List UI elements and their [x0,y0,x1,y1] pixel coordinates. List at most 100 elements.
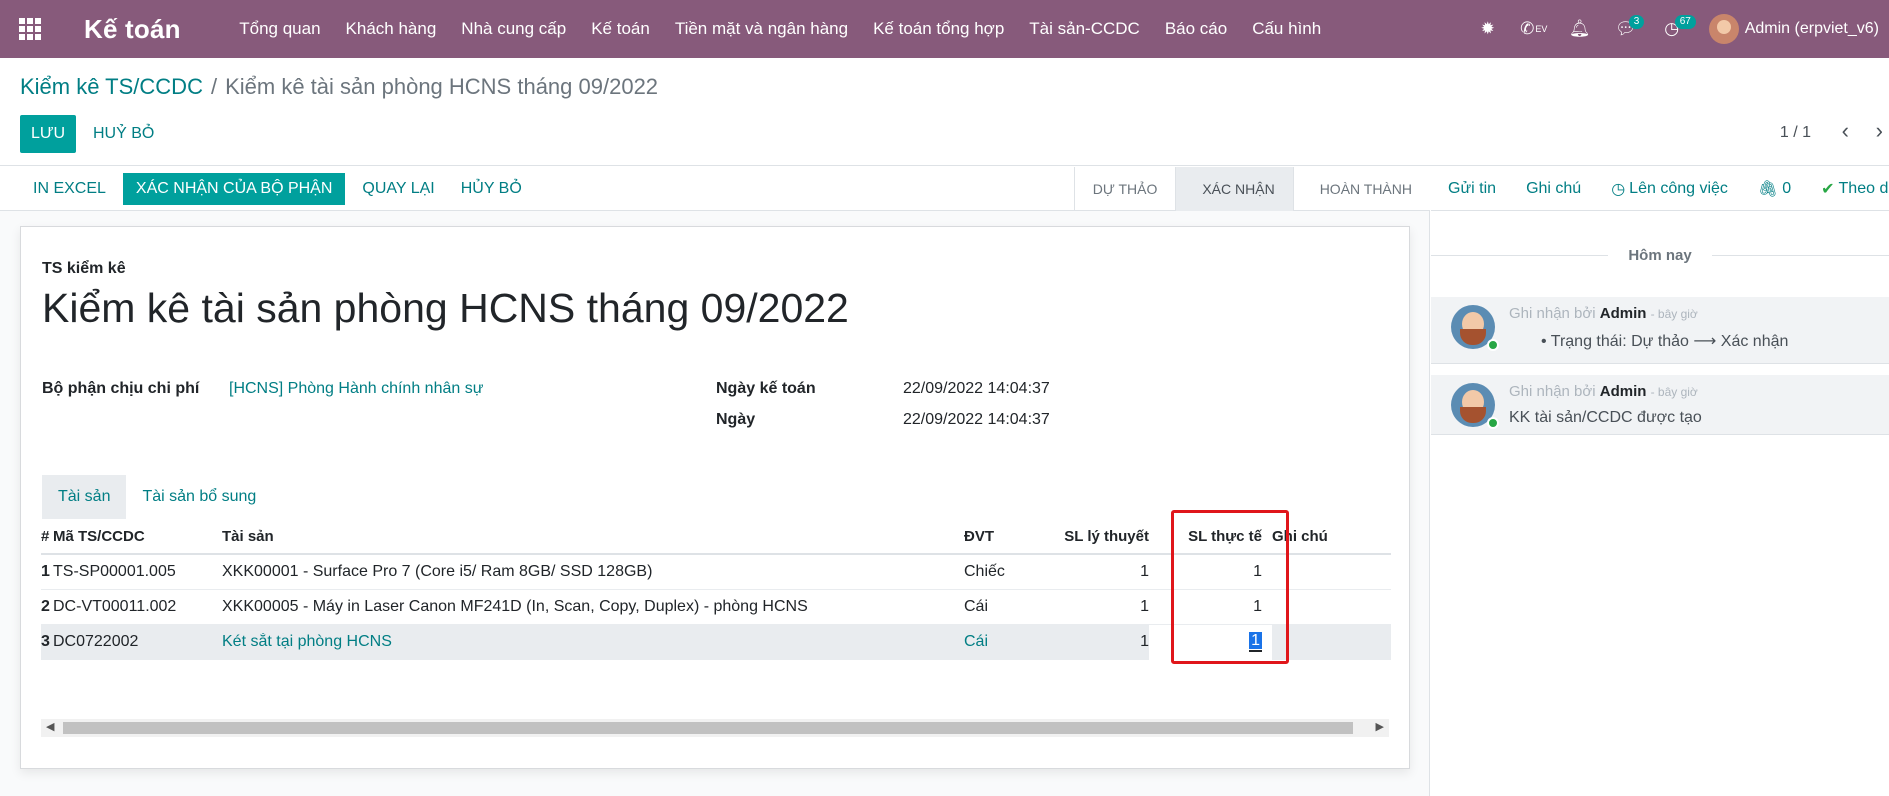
activities-icon[interactable]: ◷ 67 [1649,0,1696,58]
voip-label: EV [1535,24,1548,34]
col-header-theory-qty[interactable]: SL lý thuyết [1034,528,1149,545]
go-back-button[interactable]: QUAY LẠI [349,173,447,205]
control-panel: Kiểm kê TS/CCDC / Kiểm kê tài sản phòng HC… [0,58,1889,166]
follow-label: Theo dõi [1838,179,1889,197]
row-uom: Cái [964,598,989,615]
form-statusbar: IN EXCEL XÁC NHẬN CỦA BỘ PHẬN QUAY LẠI H… [0,167,1430,211]
app-brand[interactable]: Kế toán [84,14,181,45]
bell-icon[interactable]: 🔔︎ [1557,0,1603,58]
col-header-num: # [41,527,50,545]
col-header-note[interactable]: Ghi chú [1272,528,1391,545]
schedule-activity-button[interactable]: ◷ Lên công việc [1596,179,1743,199]
messages-icon[interactable]: 💬︎ 3 [1603,0,1649,58]
message-header: Ghi nhận bởi Admin - bây giờ [1509,305,1698,322]
stage-draft[interactable]: DỰ THẢO [1073,167,1176,211]
user-menu[interactable]: Admin (erpviet_v6) [1708,14,1889,44]
stage-confirmed[interactable]: XÁC NHẬN [1175,167,1293,211]
record-title[interactable]: Kiểm kê tài sản phòng HCNS tháng 09/2022 [42,285,849,332]
col-header-code[interactable]: Mã TS/CCDC [53,528,222,545]
pager-previous-icon[interactable]: ‹ [1842,120,1849,142]
menu-item-assets[interactable]: Tài sản-CCDC [1017,19,1153,39]
chatter-message: Ghi nhận bởi Admin - bây giờ • Trạng thá… [1431,297,1889,364]
scroll-right-icon[interactable]: ▶ [1376,720,1384,733]
menu-item-accounting[interactable]: Kế toán [579,19,663,39]
row-number: 2 [41,598,50,615]
user-name: Admin (erpviet_v6) [1744,20,1879,37]
message-author[interactable]: Admin [1600,305,1647,322]
department-field[interactable]: [HCNS] Phòng Hành chính nhân sự [229,380,483,398]
message-time: - bây giờ [1650,307,1698,321]
message-body: • Trạng thái: Dự thảo ⟶ Xác nhận [1541,333,1789,350]
stage-done[interactable]: HOÀN THÀNH [1292,167,1430,211]
systray: ✹ ✆ EV 🔔︎ 💬︎ 3 ◷ 67 Admin (erpviet_v6) [1465,0,1889,58]
send-message-button[interactable]: Gửi tin [1431,180,1511,198]
row-asset-link[interactable]: Két sắt tại phòng HCNS [222,633,964,651]
follow-button[interactable]: ✔Theo dõi [1806,179,1889,199]
scrollbar-thumb[interactable] [63,722,1353,734]
menu-item-cash-bank[interactable]: Tiền mặt và ngân hàng [662,19,860,39]
breadcrumb-parent[interactable]: Kiểm kê TS/CCDC [20,74,203,99]
accounting-date-label: Ngày kế toán [716,380,816,397]
main-menu: Tổng quan Khách hàng Nhà cung cấp Kế toá… [227,19,1334,39]
save-button[interactable]: LƯU [20,115,76,153]
date-label: Ngày [716,411,756,428]
check-icon: ✔ [1821,180,1835,198]
voip-phone-icon[interactable]: ✆ EV [1511,0,1557,58]
row-asset: XKK00001 - Surface Pro 7 (Core i5/ Ram 8… [222,563,653,580]
row-theory-qty: 1 [1140,598,1149,615]
horizontal-scrollbar[interactable]: ◀ ▶ [41,719,1389,737]
row-uom-link[interactable]: Cái [964,633,1034,651]
message-header: Ghi nhận bởi Admin - bây giờ [1509,383,1698,400]
menu-item-customers[interactable]: Khách hàng [333,19,449,39]
tab-additional-assets[interactable]: Tài sản bổ sung [126,475,272,519]
message-prefix: Ghi nhận bởi [1509,383,1596,400]
menu-item-reports[interactable]: Báo cáo [1152,19,1239,39]
accounting-date-field[interactable]: 22/09/2022 14:04:37 [903,380,1050,398]
department-confirm-button[interactable]: XÁC NHẬN CỦA BỘ PHẬN [122,172,346,205]
tab-assets[interactable]: Tài sản [42,475,127,519]
apps-menu-icon[interactable] [0,0,60,58]
attachments-count: 0 [1782,179,1792,197]
menu-item-vendors[interactable]: Nhà cung cấp [449,19,579,39]
attachments-button[interactable]: 🖇︎ 0 [1743,179,1806,199]
menu-item-configuration[interactable]: Cấu hình [1240,19,1334,39]
online-status-icon [1487,339,1499,351]
message-time: - bây giờ [1650,385,1698,399]
breadcrumb-separator: / [210,74,218,99]
notebook-tabs: Tài sản Tài sản bổ sung [42,475,272,519]
paperclip-icon: 🖇︎ [1757,180,1779,198]
activities-badge: 67 [1674,15,1696,29]
message-prefix: Ghi nhận bởi [1509,305,1596,322]
highlight-box [1171,510,1289,664]
discard-button[interactable]: HUỶ BỎ [93,115,154,153]
menu-item-general-accounting[interactable]: Kế toán tổng hợp [861,19,1017,39]
scroll-left-icon[interactable]: ◀ [46,720,54,733]
record-type-label: TS kiểm kê [42,260,126,277]
breadcrumb: Kiểm kê TS/CCDC / Kiểm kê tài sản phòng HC… [20,74,658,100]
tracking-value: Trạng thái: Dự thảo ⟶ Xác nhận [1550,333,1789,350]
status-stages: DỰ THẢO XÁC NHẬN HOÀN THÀNH [1073,167,1430,211]
bug-icon[interactable]: ✹ [1465,0,1511,58]
online-status-icon [1487,417,1499,429]
row-number: 3 [41,633,50,650]
message-body: KK tài sản/CCDC được tạo [1509,409,1702,426]
pager-value[interactable]: 1 / 1 [1780,124,1811,142]
user-avatar [1708,14,1739,44]
row-number: 1 [41,563,50,580]
row-code: DC-VT00011.002 [53,598,177,615]
chatter-topbar: Gửi tin Ghi chú ◷ Lên công việc 🖇︎ 0 ✔ Theo… [1431,167,1889,211]
cancel-button[interactable]: HỦY BỎ [448,173,535,205]
messages-badge: 3 [1628,15,1645,29]
col-header-uom[interactable]: ĐVT [964,528,1034,545]
row-uom: Chiếc [964,563,1005,580]
message-author[interactable]: Admin [1600,383,1647,400]
pager-next-icon[interactable]: › [1876,120,1883,142]
form-view: IN EXCEL XÁC NHẬN CỦA BỘ PHẬN QUAY LẠI H… [0,167,1430,796]
date-field[interactable]: 22/09/2022 14:04:37 [903,411,1050,429]
col-header-asset[interactable]: Tài sản [222,528,964,545]
menu-item-overview[interactable]: Tổng quan [227,19,333,39]
log-note-button[interactable]: Ghi chú [1511,180,1596,198]
row-theory-qty: 1 [1140,563,1149,580]
row-theory-qty: 1 [1140,633,1149,650]
print-excel-button[interactable]: IN EXCEL [20,173,119,205]
